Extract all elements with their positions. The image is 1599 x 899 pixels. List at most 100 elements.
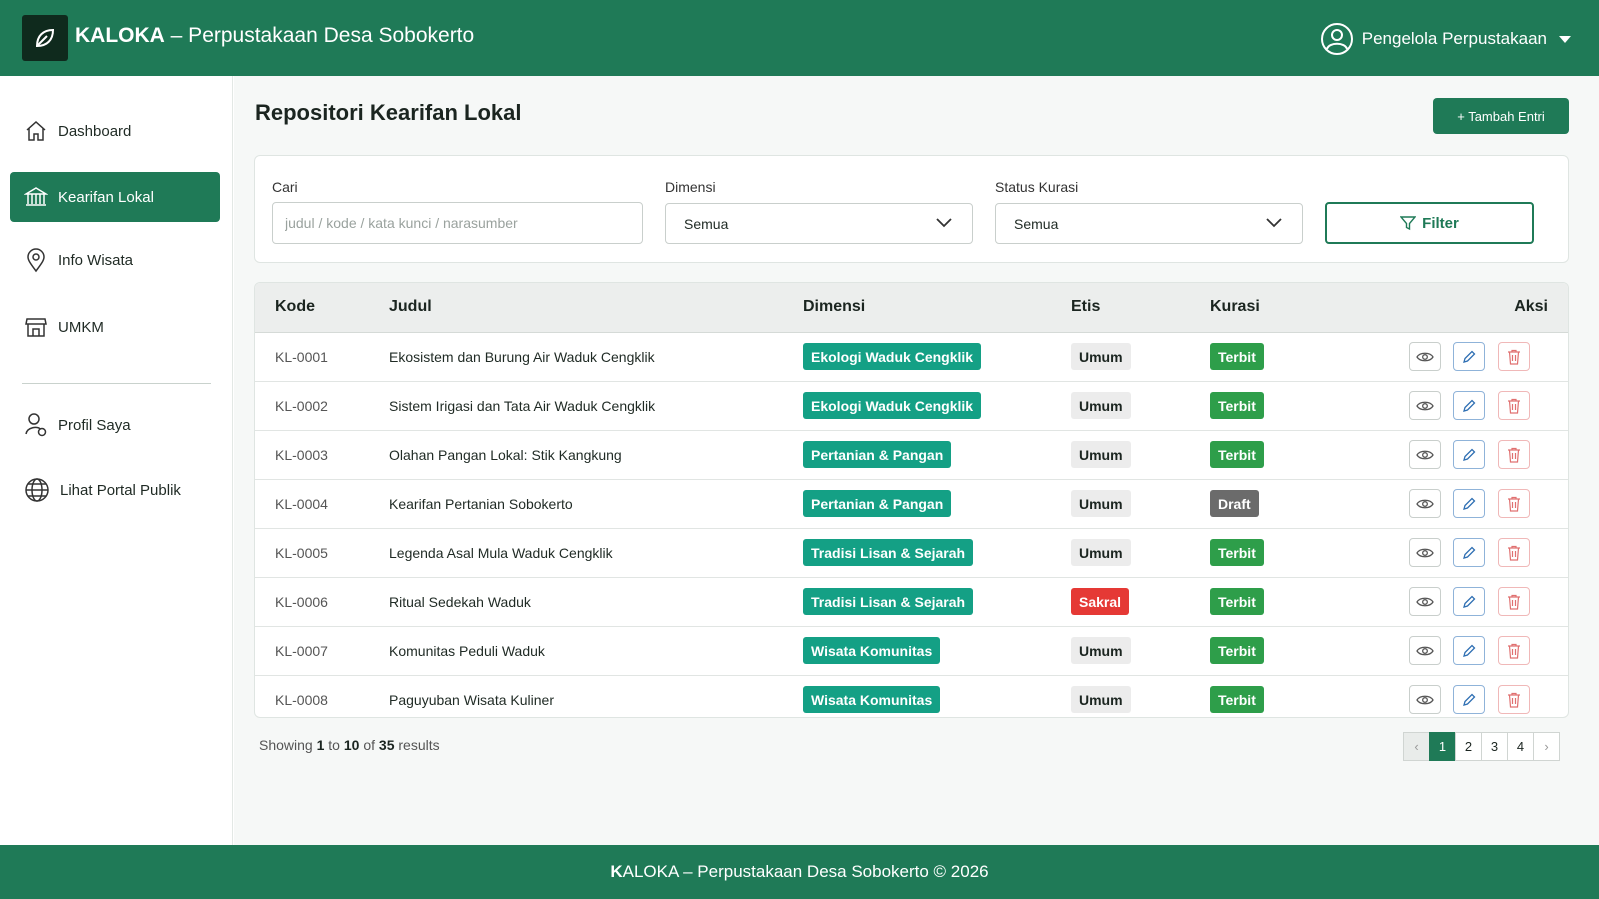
summary-to: 10	[343, 737, 360, 753]
table-header: Kode Judul Dimensi Etis Kurasi Aksi	[255, 283, 1568, 333]
user-avatar-icon	[1320, 23, 1353, 55]
filter-button[interactable]: Filter	[1325, 202, 1534, 244]
eye-icon	[1416, 499, 1434, 508]
delete-button[interactable]	[1498, 587, 1530, 616]
row-kode: KL-0006	[275, 594, 328, 610]
search-label: Cari	[272, 179, 298, 195]
edit-button[interactable]	[1453, 342, 1485, 371]
entries-table: Kode Judul Dimensi Etis Kurasi Aksi KL-0…	[254, 282, 1569, 718]
leaf-icon	[35, 28, 55, 48]
sidebar-item-label: Profil Saya	[58, 416, 131, 434]
trash-icon	[1508, 447, 1520, 463]
row-judul: Ekosistem dan Burung Air Waduk Cengklik	[389, 349, 655, 365]
edit-button[interactable]	[1453, 587, 1485, 616]
filter-button-label: Filter	[1422, 214, 1459, 232]
sidebar-item-kearifan-lokal[interactable]: Kearifan Lokal	[10, 172, 220, 222]
caret-down-icon	[1559, 35, 1571, 43]
page-3-button[interactable]: 3	[1481, 732, 1508, 761]
pencil-icon	[1463, 350, 1476, 363]
row-judul: Legenda Asal Mula Waduk Cengklik	[389, 545, 613, 561]
dimensi-badge: Tradisi Lisan & Sejarah	[803, 588, 974, 615]
table-row: KL-0001 Ekosistem dan Burung Air Waduk Ce…	[255, 333, 1568, 382]
row-kode: KL-0004	[275, 496, 328, 512]
row-judul: Paguyuban Wisata Kuliner	[389, 692, 554, 708]
summary-from: 1	[316, 737, 325, 753]
col-dimensi: Dimensi	[803, 298, 866, 315]
delete-button[interactable]	[1498, 342, 1530, 371]
table-row: KL-0007 Komunitas Peduli Waduk Wisata Komu…	[255, 627, 1568, 676]
delete-button[interactable]	[1498, 685, 1530, 714]
kurasi-status-badge: Terbit	[1210, 343, 1264, 370]
page-2-button[interactable]: 2	[1455, 732, 1482, 761]
prev-page-button[interactable]: ‹	[1403, 732, 1430, 761]
delete-button[interactable]	[1498, 440, 1530, 469]
edit-button[interactable]	[1453, 440, 1485, 469]
kurasi-status-badge: Terbit	[1210, 441, 1264, 468]
edit-button[interactable]	[1453, 685, 1485, 714]
sidebar-item-info-wisata[interactable]: Info Wisata	[10, 235, 220, 285]
view-button[interactable]	[1409, 636, 1441, 665]
dimensi-badge: Pertanian & Pangan	[803, 490, 952, 517]
status-selected-value: Semua	[1014, 215, 1059, 232]
next-page-button[interactable]: ›	[1533, 732, 1560, 761]
etis-badge: Umum	[1071, 392, 1131, 419]
sidebar-item-dashboard[interactable]: Dashboard	[10, 106, 220, 156]
col-kode: Kode	[275, 298, 315, 315]
delete-button[interactable]	[1498, 391, 1530, 420]
trash-icon	[1508, 692, 1520, 708]
sidebar-item-label: Lihat Portal Publik	[60, 481, 181, 499]
edit-button[interactable]	[1453, 636, 1485, 665]
view-button[interactable]	[1409, 538, 1441, 567]
view-button[interactable]	[1409, 685, 1441, 714]
funnel-icon	[1400, 216, 1417, 231]
footer-brand-initial: K	[610, 862, 623, 881]
dimensi-select[interactable]: Semua	[665, 203, 973, 244]
eye-icon	[1416, 401, 1434, 410]
results-summary: Showing 1 to 10 of 35 results	[259, 737, 440, 753]
view-button[interactable]	[1409, 489, 1441, 518]
etis-badge: Umum	[1071, 343, 1131, 370]
row-kode: KL-0005	[275, 545, 328, 561]
search-input[interactable]	[272, 202, 643, 244]
chevron-down-icon	[1266, 218, 1282, 228]
status-kurasi-select[interactable]: Semua	[995, 203, 1303, 244]
kurasi-status-badge: Terbit	[1210, 539, 1264, 566]
eye-icon	[1416, 548, 1434, 557]
logo[interactable]	[22, 15, 68, 61]
view-button[interactable]	[1409, 440, 1441, 469]
sidebar-divider	[22, 383, 211, 384]
trash-icon	[1508, 398, 1520, 414]
add-entry-button[interactable]: + Tambah Entri	[1433, 98, 1569, 134]
sidebar-item-portal-publik[interactable]: Lihat Portal Publik	[10, 465, 220, 515]
user-menu[interactable]: Pengelola Perpustakaan	[1320, 22, 1571, 56]
col-etis: Etis	[1071, 298, 1101, 315]
sidebar-item-umkm[interactable]: UMKM	[10, 302, 220, 352]
footer: K ALOKA – Perpustakaan Desa Sobokerto © 2…	[0, 845, 1599, 899]
status-kurasi-label: Status Kurasi	[995, 179, 1079, 195]
pagination: ‹ 1 2 3 4 ›	[1403, 732, 1560, 761]
view-button[interactable]	[1409, 342, 1441, 371]
page-4-button[interactable]: 4	[1507, 732, 1534, 761]
view-button[interactable]	[1409, 391, 1441, 420]
edit-button[interactable]	[1453, 538, 1485, 567]
delete-button[interactable]	[1498, 636, 1530, 665]
footer-text: ALOKA – Perpustakaan Desa Sobokerto © 20…	[622, 862, 989, 881]
summary-of-word: of	[363, 737, 376, 753]
kurasi-status-badge: Terbit	[1210, 392, 1264, 419]
eye-icon	[1416, 450, 1434, 459]
edit-button[interactable]	[1453, 489, 1485, 518]
table-row: KL-0005 Legenda Asal Mula Waduk Cengklik T…	[255, 529, 1568, 578]
etis-badge: Sakral	[1071, 588, 1130, 615]
kurasi-status-badge: Terbit	[1210, 686, 1264, 713]
sidebar-item-profil-saya[interactable]: Profil Saya	[10, 400, 220, 450]
page-1-button[interactable]: 1	[1429, 732, 1456, 761]
col-judul: Judul	[389, 298, 432, 315]
row-judul: Komunitas Peduli Waduk	[389, 643, 545, 659]
pencil-icon	[1463, 693, 1476, 706]
etis-badge: Umum	[1071, 686, 1131, 713]
delete-button[interactable]	[1498, 538, 1530, 567]
delete-button[interactable]	[1498, 489, 1530, 518]
view-button[interactable]	[1409, 587, 1441, 616]
edit-button[interactable]	[1453, 391, 1485, 420]
top-navbar: KALOKA – Perpustakaan Desa Sobokerto Pen…	[0, 0, 1599, 76]
